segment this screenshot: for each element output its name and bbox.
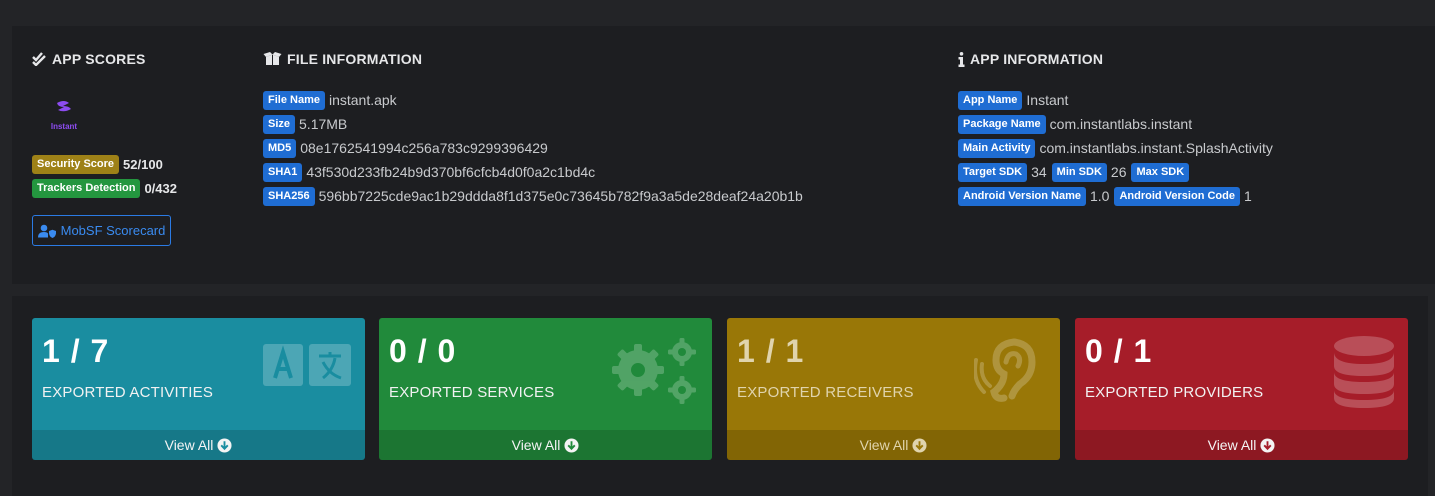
main-activity-row: Main Activity com.instantlabs.instant.Sp… (958, 136, 1278, 160)
app-logo-text: Instant (50, 122, 78, 131)
version-name-badge: Android Version Name (958, 186, 1086, 206)
ear-icon (974, 338, 1036, 402)
version-code-badge: Android Version Code (1114, 186, 1240, 206)
md5-value: 08e1762541994c256a783c9299396429 (300, 140, 548, 156)
info-icon (958, 51, 965, 67)
activities-label: EXPORTED ACTIVITIES (42, 384, 214, 401)
providers-label: EXPORTED PROVIDERS (1085, 384, 1264, 401)
main-activity-badge: Main Activity (958, 138, 1036, 158)
size-row: Size 5.17MB (263, 112, 808, 136)
services-view-all-link[interactable]: View All (379, 430, 712, 460)
package-row: Package Name com.instantlabs.instant (958, 112, 1278, 136)
scores-list: Security Score 52/100 Trackers Detection… (32, 152, 177, 200)
min-sdk-value: 26 (1110, 164, 1127, 180)
file-info-list: File Name instant.apk Size 5.17MB MD5 08… (263, 88, 808, 208)
providers-view-all-link[interactable]: View All (1075, 430, 1408, 460)
receivers-label: EXPORTED RECEIVERS (737, 384, 914, 401)
box-open-icon (263, 52, 282, 65)
receivers-view-all-label: View All (859, 437, 909, 453)
trackers-row: Trackers Detection 0/432 (32, 176, 177, 200)
trackers-value: 0/432 (144, 180, 177, 196)
exported-providers-card: 0 / 1 EXPORTED PROVIDERS View All (1075, 318, 1408, 460)
version-name-value: 1.0 (1089, 188, 1110, 204)
receivers-view-all-link[interactable]: View All (727, 430, 1060, 460)
version-code-value: 1 (1243, 188, 1252, 204)
cogs-icon (612, 338, 696, 404)
scorecard-button-label: MobSF Scorecard (60, 223, 166, 238)
file-name-row: File Name instant.apk (263, 88, 808, 112)
app-scores-title: APP SCORES (52, 51, 146, 67)
target-sdk-badge: Target SDK (958, 162, 1028, 182)
user-shield-icon (37, 224, 56, 238)
md5-badge: MD5 (263, 138, 297, 158)
sdk-row: Target SDK 34 Min SDK 26 Max SDK (958, 160, 1278, 184)
app-info-heading: APP INFORMATION (958, 51, 1103, 67)
md5-row: MD5 08e1762541994c256a783c9299396429 (263, 136, 808, 160)
check-double-icon (32, 52, 46, 66)
sha1-value: 43f530d233fb24b9d370bf6cfcb4d0f0a2c1bd4c (306, 164, 596, 180)
security-score-row: Security Score 52/100 (32, 152, 177, 176)
app-logo-icon (57, 101, 71, 112)
file-info-title: FILE INFORMATION (287, 51, 423, 67)
size-badge: Size (263, 114, 296, 134)
file-name-value: instant.apk (328, 92, 397, 108)
sha256-row: SHA256 596bb7225cde9ac1b29ddda8f1d375e0c… (263, 184, 808, 208)
arrow-circle-down-icon (217, 437, 232, 453)
main-activity-value: com.instantlabs.instant.SplashActivity (1039, 140, 1273, 156)
arrow-circle-down-icon (1260, 437, 1275, 453)
file-name-badge: File Name (263, 90, 325, 110)
size-value: 5.17MB (299, 116, 348, 132)
activities-view-all-link[interactable]: View All (32, 430, 365, 460)
exported-activities-card: 1 / 7 EXPORTED ACTIVITIES View All (32, 318, 365, 460)
app-icon: Instant (46, 100, 82, 132)
sha1-row: SHA1 43f530d233fb24b9d370bf6cfcb4d0f0a2c… (263, 160, 808, 184)
trackers-badge: Trackers Detection (32, 178, 141, 198)
language-icon (263, 344, 351, 386)
services-count: 0 / 0 (389, 333, 457, 369)
target-sdk-value: 34 (1031, 164, 1047, 180)
app-info-list: App Name Instant Package Name com.instan… (958, 88, 1278, 208)
version-row: Android Version Name 1.0 Android Version… (958, 184, 1278, 208)
activities-count: 1 / 7 (42, 333, 110, 369)
app-name-badge: App Name (958, 90, 1023, 110)
file-info-heading: FILE INFORMATION (263, 51, 422, 67)
exported-services-card: 0 / 0 EXPORTED SERVICES View All (379, 318, 712, 460)
app-name-value: Instant (1026, 92, 1069, 108)
services-label: EXPORTED SERVICES (389, 384, 555, 401)
security-score-value: 52/100 (123, 156, 163, 172)
providers-view-all-label: View All (1207, 437, 1257, 453)
receivers-count: 1 / 1 (737, 333, 805, 369)
sha256-value: 596bb7225cde9ac1b29ddda8f1d375e0c73645b7… (318, 188, 803, 204)
database-icon (1334, 336, 1394, 408)
package-badge: Package Name (958, 114, 1046, 134)
arrow-circle-down-icon (912, 437, 927, 453)
providers-count: 0 / 1 (1085, 333, 1153, 369)
services-view-all-label: View All (511, 437, 561, 453)
package-value: com.instantlabs.instant (1049, 116, 1193, 132)
arrow-circle-down-icon (564, 437, 579, 453)
security-score-badge: Security Score (32, 154, 120, 174)
app-name-row: App Name Instant (958, 88, 1278, 112)
min-sdk-badge: Min SDK (1051, 162, 1107, 182)
exported-receivers-card: 1 / 1 EXPORTED RECEIVERS View All (727, 318, 1060, 460)
max-sdk-badge: Max SDK (1131, 162, 1190, 182)
app-scores-heading: APP SCORES (32, 51, 146, 67)
mobsf-scorecard-button[interactable]: MobSF Scorecard (32, 215, 171, 246)
sha1-badge: SHA1 (263, 162, 303, 182)
app-info-title: APP INFORMATION (970, 51, 1104, 67)
activities-view-all-label: View All (164, 437, 214, 453)
sha256-badge: SHA256 (263, 186, 315, 206)
